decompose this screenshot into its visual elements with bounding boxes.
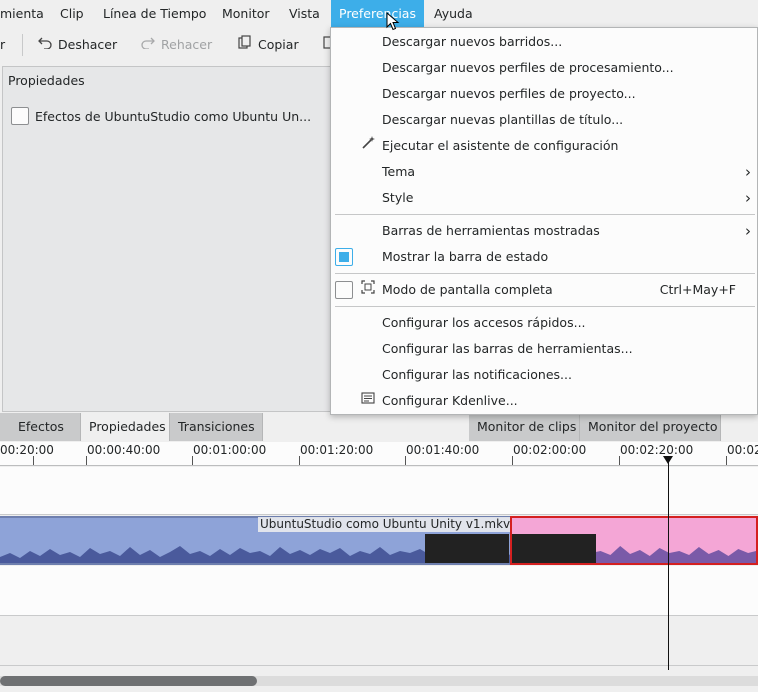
effect-stack-label: Efectos de UbuntuStudio como Ubuntu Un..… bbox=[35, 108, 312, 124]
ruler-tick bbox=[405, 456, 406, 465]
menu-item-configurar-kdenlive[interactable]: Configurar Kdenlive... bbox=[331, 388, 757, 414]
menu-item-label: Descargar nuevos barridos... bbox=[382, 34, 563, 49]
menu-linea-de-tiempo[interactable]: Línea de Tiempo bbox=[95, 0, 214, 27]
menu-item-descargar-plantillas-titulo[interactable]: Descargar nuevas plantillas de título... bbox=[331, 107, 757, 133]
ruler-tick bbox=[619, 456, 620, 465]
copy-label: Copiar bbox=[258, 37, 299, 52]
ruler-tick bbox=[33, 456, 34, 465]
menu-item-label: Style bbox=[382, 190, 414, 205]
copy-icon bbox=[236, 28, 254, 62]
menu-item-label: Configurar Kdenlive... bbox=[382, 393, 518, 408]
fullscreen-icon bbox=[361, 277, 375, 303]
menu-item-label: Modo de pantalla completa bbox=[382, 282, 553, 297]
chevron-right-icon: › bbox=[745, 163, 751, 181]
menu-item-descargar-perfiles-proyecto[interactable]: Descargar nuevos perfiles de proyecto... bbox=[331, 81, 757, 107]
tab-efectos[interactable]: Efectos bbox=[0, 413, 81, 441]
undo-button[interactable]: Deshacer bbox=[36, 28, 117, 62]
statusbar-checkbox[interactable] bbox=[335, 248, 353, 266]
ruler-label: 00:01:40:00 bbox=[406, 443, 480, 457]
selected-timeline-clip[interactable] bbox=[510, 516, 758, 565]
chevron-right-icon: › bbox=[745, 189, 751, 207]
properties-title: Propiedades bbox=[8, 73, 85, 88]
ruler-label: 00:00:40:00 bbox=[87, 443, 161, 457]
menu-item-label: Descargar nuevas plantillas de título... bbox=[382, 112, 624, 127]
menu-item-label: Ejecutar el asistente de configuración bbox=[382, 138, 619, 153]
video-track[interactable] bbox=[0, 467, 758, 515]
menu-bar: mienta Clip Línea de Tiempo Monitor Vist… bbox=[0, 0, 758, 28]
ruler-label: 00:02 bbox=[727, 443, 758, 457]
audio-track[interactable] bbox=[0, 566, 758, 616]
menu-item-descargar-perfiles-procesamiento[interactable]: Descargar nuevos perfiles de procesamien… bbox=[331, 55, 757, 81]
ruler-tick bbox=[512, 456, 513, 465]
menu-item-label: Descargar nuevos perfiles de procesamien… bbox=[382, 60, 674, 75]
menu-preferencias[interactable]: Preferencias bbox=[331, 0, 424, 27]
menu-item-label: Mostrar la barra de estado bbox=[382, 249, 549, 264]
menu-item-barras-herramientas-mostradas[interactable]: Barras de herramientas mostradas › bbox=[331, 218, 757, 244]
timeline-scrollbar[interactable] bbox=[0, 676, 758, 686]
menu-item-mostrar-barra-estado[interactable]: Mostrar la barra de estado bbox=[331, 244, 757, 270]
playhead-line[interactable] bbox=[668, 456, 669, 670]
redo-icon bbox=[139, 28, 157, 62]
menu-separator bbox=[335, 306, 755, 307]
toolbar-partial-button[interactable]: r bbox=[0, 28, 5, 62]
redo-button[interactable]: Rehacer bbox=[139, 28, 212, 62]
empty-track[interactable] bbox=[0, 616, 758, 666]
menu-item-label: Descargar nuevos perfiles de proyecto... bbox=[382, 86, 636, 101]
configure-icon bbox=[361, 388, 375, 414]
tab-monitor-de-clips[interactable]: Monitor de clips bbox=[469, 413, 580, 441]
clip-thumbnail bbox=[512, 534, 596, 563]
undo-icon bbox=[36, 28, 54, 62]
menu-item-style[interactable]: Style › bbox=[331, 185, 757, 211]
redo-label: Rehacer bbox=[161, 37, 213, 52]
menu-item-configurar-notificaciones[interactable]: Configurar las notificaciones... bbox=[331, 362, 757, 388]
menu-item-descargar-barridos[interactable]: Descargar nuevos barridos... bbox=[331, 29, 757, 55]
fullscreen-checkbox[interactable] bbox=[335, 281, 353, 299]
chevron-right-icon: › bbox=[745, 222, 751, 240]
wand-icon bbox=[361, 133, 375, 159]
menu-item-label: Configurar los accesos rápidos... bbox=[382, 315, 586, 330]
copy-button[interactable]: Copiar bbox=[236, 28, 299, 62]
effect-enable-checkbox[interactable] bbox=[11, 107, 29, 125]
menu-item-configurar-barras-herramientas[interactable]: Configurar las barras de herramientas... bbox=[331, 336, 757, 362]
menu-item-shortcut: Ctrl+May+F bbox=[659, 282, 736, 297]
tab-monitor-del-proyecto[interactable]: Monitor del proyecto bbox=[580, 413, 721, 441]
menu-item-label: Barras de herramientas mostradas bbox=[382, 223, 600, 238]
ruler-label: 00:01:00:00 bbox=[193, 443, 267, 457]
menu-clip[interactable]: Clip bbox=[52, 0, 92, 27]
tab-propiedades[interactable]: Propiedades bbox=[81, 413, 170, 441]
ruler-label: 00:01:20:00 bbox=[300, 443, 374, 457]
playhead-marker[interactable] bbox=[663, 456, 673, 464]
undo-label: Deshacer bbox=[58, 37, 118, 52]
scrollbar-thumb[interactable] bbox=[0, 676, 257, 686]
menu-item-asistente-configuracion[interactable]: Ejecutar el asistente de configuración bbox=[331, 133, 757, 159]
ruler-tick bbox=[726, 456, 727, 465]
tab-transiciones[interactable]: Transiciones bbox=[170, 413, 263, 441]
menu-ayuda[interactable]: Ayuda bbox=[426, 0, 481, 27]
ruler-tick bbox=[192, 456, 193, 465]
clip-name-label: UbuntuStudio como Ubuntu Unity v1.mkv bbox=[258, 517, 513, 532]
ruler-label: 00:02:00:00 bbox=[513, 443, 587, 457]
menu-item-label: Tema bbox=[382, 164, 416, 179]
menu-separator bbox=[335, 214, 755, 215]
effect-stack-item[interactable]: Efectos de UbuntuStudio como Ubuntu Un..… bbox=[11, 107, 311, 125]
menu-separator bbox=[335, 273, 755, 274]
menu-vista[interactable]: Vista bbox=[281, 0, 328, 27]
toolbar-separator bbox=[22, 34, 23, 56]
properties-panel: Propiedades Efectos de UbuntuStudio como… bbox=[2, 66, 332, 412]
timeline-ruler[interactable]: 00:20:00 00:00:40:00 00:01:00:00 00:01:2… bbox=[0, 442, 758, 466]
menu-herramienta[interactable]: mienta bbox=[0, 0, 52, 27]
menu-item-label: Configurar las barras de herramientas... bbox=[382, 341, 633, 356]
menu-item-configurar-accesos-rapidos[interactable]: Configurar los accesos rápidos... bbox=[331, 310, 757, 336]
ruler-tick bbox=[86, 456, 87, 465]
ruler-label: 00:20:00 bbox=[0, 443, 54, 457]
menu-monitor[interactable]: Monitor bbox=[214, 0, 278, 27]
preferencias-menu: Descargar nuevos barridos... Descargar n… bbox=[330, 27, 758, 415]
menu-item-tema[interactable]: Tema › bbox=[331, 159, 757, 185]
menu-item-label: Configurar las notificaciones... bbox=[382, 367, 572, 382]
clip-thumbnail bbox=[425, 534, 509, 563]
menu-item-pantalla-completa[interactable]: Modo de pantalla completa Ctrl+May+F bbox=[331, 277, 757, 303]
ruler-label: 00:02:20:00 bbox=[620, 443, 694, 457]
ruler-tick bbox=[299, 456, 300, 465]
